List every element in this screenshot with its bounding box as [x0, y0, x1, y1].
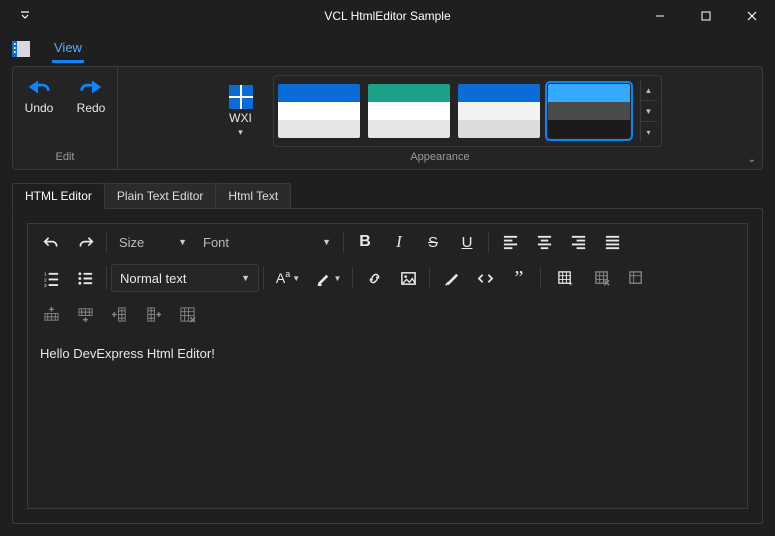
highlight-color-button[interactable]: ▼ [308, 263, 348, 293]
font-family-combo[interactable]: Font ▼ [195, 228, 339, 256]
skin-dropdown-button[interactable]: WXI ▾ [219, 83, 263, 140]
minimize-button[interactable] [637, 0, 683, 32]
editor-content-area[interactable]: Hello DevExpress Html Editor! [28, 332, 747, 508]
close-button[interactable] [729, 0, 775, 32]
redo-icon [77, 75, 105, 99]
insert-row-below-button[interactable] [68, 299, 102, 329]
editor-toolbar-row-1: Size ▼ Font ▼ B I S U [28, 224, 747, 260]
editor-toolbar-row-2: 123 Normal text ▼ Aa▼ ▼ ” + [28, 260, 747, 296]
tab-html-text[interactable]: Html Text [215, 183, 291, 208]
ribbon-group-edit-caption: Edit [56, 149, 75, 165]
underline-button[interactable]: U [450, 227, 484, 257]
bold-button[interactable]: B [348, 227, 382, 257]
code-block-button[interactable] [468, 263, 502, 293]
delete-table-button[interactable] [585, 263, 619, 293]
theme-gallery: ▲ ▼ ▾ [273, 75, 662, 147]
paragraph-style-label: Normal text [120, 271, 186, 286]
tab-html-editor[interactable]: HTML Editor [12, 183, 105, 209]
redo-button[interactable]: Redo [70, 73, 112, 117]
svg-text:1: 1 [43, 271, 46, 277]
undo-button[interactable]: Undo [18, 73, 60, 117]
insert-column-right-button[interactable] [136, 299, 170, 329]
ordered-list-button[interactable]: 123 [34, 263, 68, 293]
window-title: VCL HtmlEditor Sample [324, 9, 450, 23]
undo-icon [25, 75, 53, 99]
blockquote-button[interactable]: ” [502, 263, 536, 293]
paragraph-style-combo[interactable]: Normal text ▼ [111, 264, 259, 292]
svg-text:3: 3 [43, 283, 46, 287]
skin-label: WXI [229, 111, 252, 125]
insert-link-button[interactable] [357, 263, 391, 293]
ribbon-group-appearance-caption: Appearance [410, 149, 469, 165]
window-skin-icon [227, 85, 255, 109]
app-file-menu-icon[interactable] [10, 38, 32, 60]
editor-redo-button[interactable] [68, 227, 102, 257]
strikethrough-button[interactable]: S [416, 227, 450, 257]
align-justify-button[interactable] [595, 227, 629, 257]
font-size-combo[interactable]: Size ▼ [111, 228, 195, 256]
document-tabs: HTML Editor Plain Text Editor Html Text [12, 182, 763, 208]
font-color-button[interactable]: Aa▼ [268, 263, 308, 293]
insert-column-left-button[interactable] [102, 299, 136, 329]
theme-swatch-light[interactable] [278, 84, 360, 138]
ribbon-group-appearance: WXI ▾ ▲ [117, 67, 762, 169]
ribbon-group-edit: Undo Redo Edit [13, 67, 117, 169]
table-properties-button[interactable] [619, 263, 653, 293]
gallery-scroll-up-button[interactable]: ▲ [641, 80, 657, 100]
insert-table-button[interactable]: + [545, 263, 585, 293]
gallery-scroll-down-button[interactable]: ▼ [641, 100, 657, 121]
gallery-dropdown-button[interactable]: ▾ [641, 121, 657, 142]
ribbon-panel: Undo Redo Edit WXI ▾ [12, 66, 763, 170]
font-size-label: Size [119, 235, 144, 250]
insert-image-button[interactable] [391, 263, 425, 293]
editor-undo-button[interactable] [34, 227, 68, 257]
svg-text:+: + [568, 279, 573, 287]
theme-swatch-green[interactable] [368, 84, 450, 138]
titlebar: VCL HtmlEditor Sample [0, 0, 775, 32]
font-family-label: Font [203, 235, 229, 250]
ribbon-tab-strip: View [0, 32, 775, 66]
align-left-button[interactable] [493, 227, 527, 257]
svg-text:2: 2 [43, 277, 46, 283]
ribbon-tab-view[interactable]: View [46, 34, 90, 65]
undo-label: Undo [25, 101, 54, 115]
align-center-button[interactable] [527, 227, 561, 257]
clear-format-button[interactable] [434, 263, 468, 293]
theme-swatch-dark[interactable] [548, 84, 630, 138]
align-right-button[interactable] [561, 227, 595, 257]
tab-plain-text-editor[interactable]: Plain Text Editor [104, 183, 217, 208]
chevron-down-icon: ▼ [241, 273, 250, 283]
ribbon-collapse-button[interactable]: ⌄ [748, 154, 756, 165]
redo-label: Redo [77, 101, 106, 115]
insert-row-above-button[interactable] [34, 299, 68, 329]
delete-row-column-button[interactable] [170, 299, 204, 329]
editor-text: Hello DevExpress Html Editor! [40, 346, 735, 361]
chevron-down-icon: ▼ [178, 237, 187, 247]
editor-toolbar-row-3 [28, 296, 747, 332]
theme-swatch-blue-gray[interactable] [458, 84, 540, 138]
maximize-button[interactable] [683, 0, 729, 32]
html-editor: Size ▼ Font ▼ B I S U 123 [27, 223, 748, 509]
chevron-down-icon: ▼ [322, 237, 331, 247]
chevron-down-icon: ▾ [238, 127, 243, 138]
italic-button[interactable]: I [382, 227, 416, 257]
unordered-list-button[interactable] [68, 263, 102, 293]
qat-customize-button[interactable] [0, 11, 50, 21]
